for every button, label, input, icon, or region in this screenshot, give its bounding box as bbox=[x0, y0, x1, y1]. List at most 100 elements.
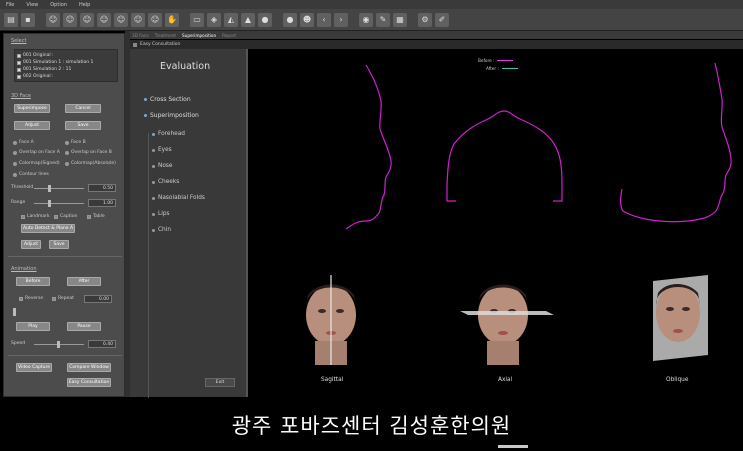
save-icon[interactable]: ▪ bbox=[21, 12, 35, 27]
after-button[interactable]: After bbox=[67, 277, 101, 286]
select-section-title: Select bbox=[11, 38, 27, 44]
menu-view[interactable]: View bbox=[26, 2, 38, 8]
radio-overlap-b[interactable]: Overlap on Face B bbox=[65, 150, 112, 155]
caption-checkbox[interactable]: Caption bbox=[54, 214, 77, 219]
sphere-icon[interactable]: ● bbox=[258, 12, 272, 27]
radio-face-b[interactable]: Face B bbox=[65, 140, 86, 145]
menu-file[interactable]: File bbox=[6, 2, 14, 8]
easy-consultation-button[interactable]: Easy Consultation bbox=[67, 378, 111, 387]
radio-colormap-absolute[interactable]: Colormap(Absolute) bbox=[65, 161, 116, 166]
face-right-icon[interactable]: ☺ bbox=[80, 12, 94, 27]
left-panel: Select 001 Original : 001 Simulation 1 :… bbox=[3, 33, 125, 397]
radio-contour-lines[interactable]: Contour lines bbox=[13, 172, 49, 177]
landmark-checkbox[interactable]: Landmark bbox=[21, 214, 50, 219]
file-checkbox[interactable] bbox=[17, 53, 21, 58]
hand-icon[interactable]: ✋ bbox=[165, 12, 179, 27]
axial-contour-curve bbox=[446, 110, 563, 185]
reverse-checkbox[interactable]: Reverse bbox=[19, 296, 43, 301]
portrait-icon[interactable]: ☻ bbox=[300, 12, 314, 27]
list-item[interactable]: 001 Simulation 2 : 11 bbox=[17, 66, 115, 73]
sagittal-label: Sagittal bbox=[321, 377, 344, 383]
menu-item-nasolabial-folds[interactable]: Nasolabial Folds bbox=[152, 195, 205, 201]
ruler-icon[interactable]: ▭ bbox=[190, 12, 204, 27]
face-front-icon[interactable]: ☺ bbox=[46, 12, 60, 27]
radio-dot bbox=[13, 140, 17, 145]
face-bottom-icon[interactable]: ☺ bbox=[114, 12, 128, 27]
speed-slider-thumb[interactable] bbox=[57, 341, 60, 348]
head-icon[interactable]: ◉ bbox=[359, 12, 373, 27]
face-top-icon[interactable]: ☺ bbox=[97, 12, 111, 27]
pause-button[interactable]: Pause bbox=[67, 322, 101, 331]
threshold-slider[interactable] bbox=[34, 188, 84, 189]
speed-value[interactable]: 0.40 bbox=[88, 340, 116, 348]
cube-icon[interactable]: ◈ bbox=[207, 12, 221, 27]
settings-icon[interactable]: ⚙ bbox=[418, 12, 432, 27]
list-item[interactable]: 001 Simulation 1 : simulation 1 bbox=[17, 59, 115, 66]
pen-icon[interactable]: ✐ bbox=[435, 12, 449, 27]
animation-scroll-thumb[interactable] bbox=[13, 308, 16, 316]
repeat-value[interactable]: 0.00 bbox=[84, 295, 112, 303]
tab-report[interactable]: Report bbox=[222, 33, 236, 38]
file-checkbox[interactable] bbox=[17, 60, 21, 65]
edit-icon[interactable]: ✎ bbox=[376, 12, 390, 27]
face-left-icon[interactable]: ☺ bbox=[63, 12, 77, 27]
tab-superimposition[interactable]: Superimposition bbox=[182, 33, 216, 38]
menu-item-chin[interactable]: Chin bbox=[152, 227, 171, 233]
menu-item-lips[interactable]: Lips bbox=[152, 211, 170, 217]
list-item[interactable]: 001 Original : bbox=[17, 52, 115, 59]
animation-section-title: Animation bbox=[11, 266, 37, 272]
menu-item-cross-section[interactable]: Cross Section bbox=[144, 96, 191, 103]
menu-item-eyes[interactable]: Eyes bbox=[152, 147, 172, 153]
adjust-plane-button[interactable]: Adjust bbox=[21, 240, 41, 249]
cancel-button[interactable]: Cancel bbox=[65, 104, 101, 113]
mesh-solid-icon[interactable]: ▲ bbox=[241, 12, 255, 27]
face-back-icon[interactable]: ☺ bbox=[148, 12, 162, 27]
menu-item-nose[interactable]: Nose bbox=[152, 163, 172, 169]
radio-colormap-signed[interactable]: Colormap(Signed) bbox=[13, 161, 60, 166]
viewport-canvas[interactable]: Before : After : Sagittal Axial Oblique bbox=[248, 49, 743, 397]
play-button[interactable]: Play bbox=[16, 322, 50, 331]
compare-window-button[interactable]: Compare Window bbox=[67, 363, 111, 372]
threshold-value[interactable]: 0.50 bbox=[88, 184, 116, 192]
open-folder-icon[interactable]: ▤ bbox=[4, 12, 18, 27]
range-value[interactable]: 1.00 bbox=[88, 199, 116, 207]
checkbox bbox=[87, 214, 91, 219]
bulb-icon[interactable]: ● bbox=[283, 12, 297, 27]
adjust-button[interactable]: Adjust bbox=[14, 121, 50, 130]
bullet-icon bbox=[152, 196, 155, 200]
table-checkbox[interactable]: Table bbox=[87, 214, 105, 219]
report-icon[interactable]: ▦ bbox=[393, 12, 407, 27]
caption-text: 광주 포바즈센터 김성훈한의원 bbox=[231, 413, 512, 438]
range-slider-thumb[interactable] bbox=[48, 200, 51, 207]
chevron-left-icon[interactable]: ‹ bbox=[317, 12, 331, 27]
save-button[interactable]: Save bbox=[65, 121, 101, 130]
tab-3d-face[interactable]: 3D Face bbox=[132, 33, 149, 38]
threshold-slider-thumb[interactable] bbox=[48, 185, 51, 192]
file-checkbox[interactable] bbox=[17, 74, 21, 79]
exit-button[interactable]: Exit bbox=[205, 378, 235, 387]
tab-treatment[interactable]: Treatment bbox=[155, 33, 176, 38]
face-oblique-icon[interactable]: ☺ bbox=[131, 12, 145, 27]
menu-item-superimposition[interactable]: Superimposition bbox=[144, 112, 199, 119]
save-plane-button[interactable]: Save bbox=[49, 240, 69, 249]
range-slider[interactable] bbox=[34, 203, 84, 204]
before-button[interactable]: Before bbox=[16, 277, 50, 286]
repeat-checkbox[interactable]: Repeat bbox=[52, 296, 74, 301]
bullet-icon bbox=[152, 228, 155, 232]
chevron-right-icon[interactable]: › bbox=[334, 12, 348, 27]
radio-overlap-a[interactable]: Overlap on Face A bbox=[13, 150, 60, 155]
sagittal-profile-curve bbox=[345, 64, 392, 230]
auto-detect-button[interactable]: Auto Detect & Plane A bbox=[21, 224, 75, 233]
radio-face-a[interactable]: Face A bbox=[13, 140, 34, 145]
mesh-icon[interactable]: ◭ bbox=[224, 12, 238, 27]
list-item[interactable]: 002 Original : bbox=[17, 73, 115, 80]
menu-option[interactable]: Option bbox=[50, 2, 67, 8]
menu-bar: File View Option Help bbox=[0, 0, 743, 9]
menu-help[interactable]: Help bbox=[79, 2, 90, 8]
video-capture-button[interactable]: Video Capture bbox=[16, 363, 52, 372]
menu-item-cheeks[interactable]: Cheeks bbox=[152, 179, 179, 185]
menu-item-forehead[interactable]: Forehead bbox=[152, 131, 185, 137]
file-checkbox[interactable] bbox=[17, 67, 21, 72]
superimpose-button[interactable]: Superimpose bbox=[14, 104, 50, 113]
threshold-label: Threshold bbox=[11, 185, 34, 190]
